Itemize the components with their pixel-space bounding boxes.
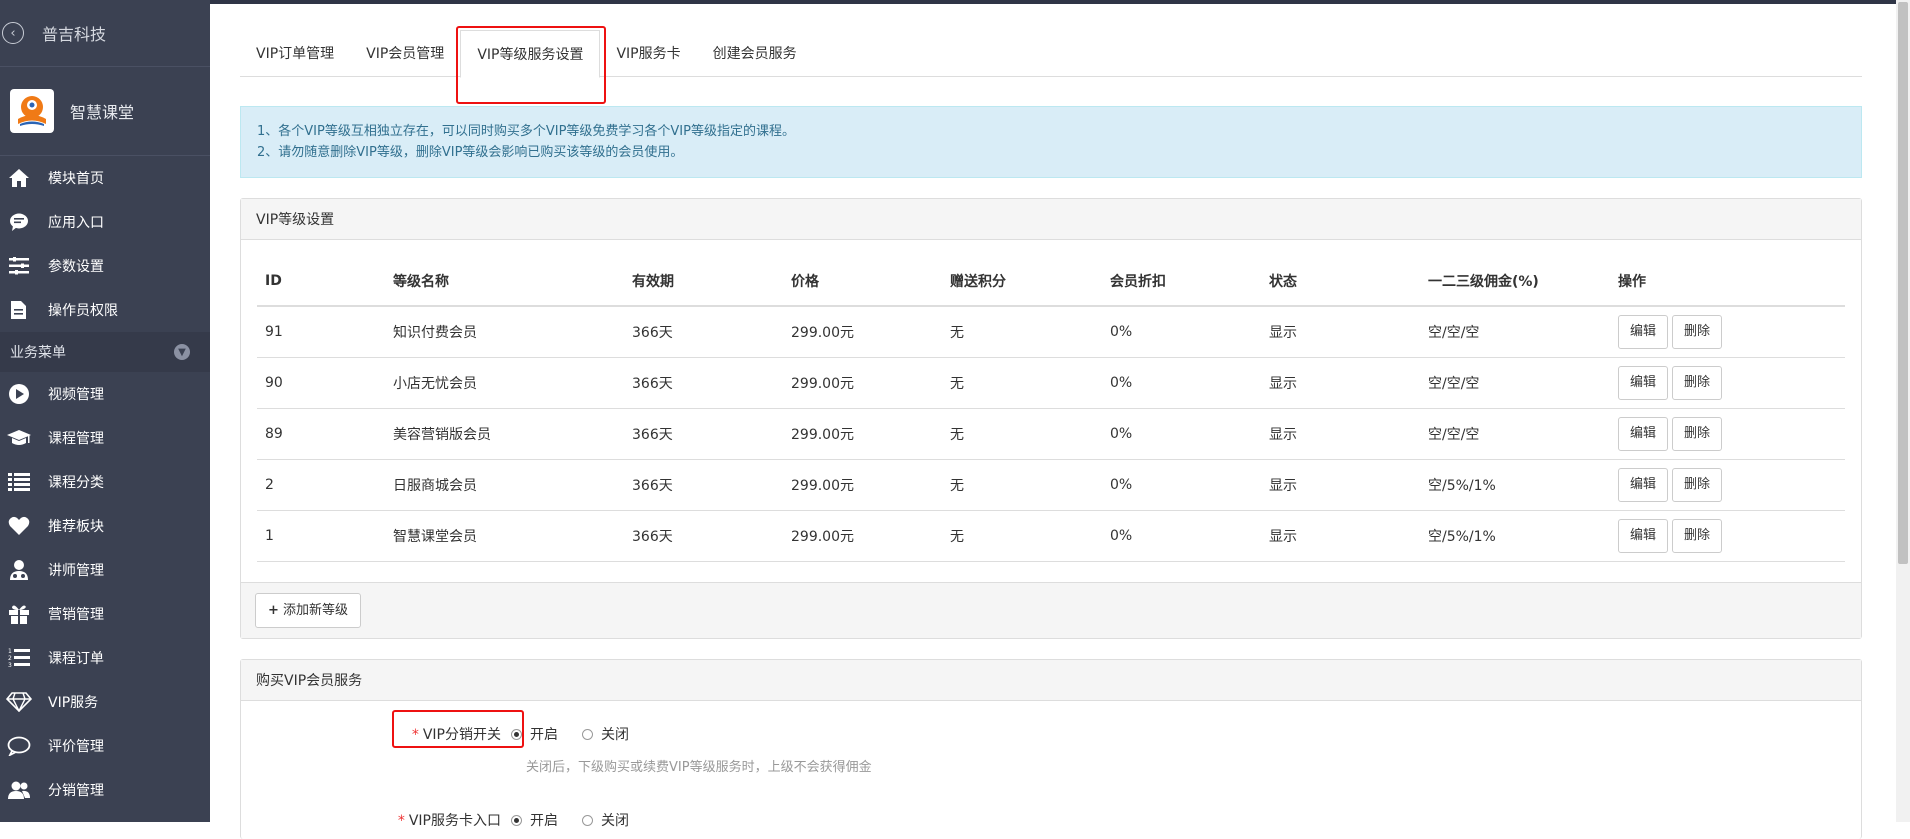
list-icon [6, 469, 32, 495]
col-header-price: 价格 [783, 257, 942, 307]
business-menu-group[interactable]: 业务菜单 ▼ [0, 332, 210, 372]
top-bar [210, 0, 1910, 4]
tab-vip-members[interactable]: VIP会员管理 [350, 30, 460, 76]
panel-title: 购买VIP会员服务 [241, 660, 1861, 701]
back-icon[interactable]: ‹ [2, 22, 24, 44]
service-card-on-radio[interactable]: 开启 [511, 810, 558, 830]
brand-block[interactable]: 智慧课堂 [0, 67, 210, 156]
table-row: 91 知识付费会员 366天 299.00元 无 0% 显示 空/空/空 编辑删… [257, 306, 1845, 358]
menu-item-marketing[interactable]: 营销管理 [0, 592, 210, 636]
service-card-off-radio[interactable]: 关闭 [582, 810, 629, 830]
chevron-down-icon: ▼ [174, 344, 190, 360]
form-row-service-card: * VIP服务卡入口 开启 关闭 [241, 810, 653, 830]
distribution-off-radio[interactable]: 关闭 [582, 724, 629, 744]
col-header-actions: 操作 [1610, 257, 1845, 307]
panel-footer: + 添加新等级 [241, 582, 1861, 638]
menu-item-home[interactable]: 模块首页 [0, 156, 210, 200]
svg-text:1: 1 [8, 648, 12, 655]
svg-text:3: 3 [8, 662, 12, 669]
table-row: 90 小店无忧会员 366天 299.00元 无 0% 显示 空/空/空 编辑删… [257, 357, 1845, 409]
menu-item-recommend[interactable]: 推荐板块 [0, 504, 210, 548]
company-name: 普吉科技 [42, 25, 107, 44]
highlight-box-tab [456, 26, 606, 104]
menu-business: 视频管理 课程管理 课程分类 推荐板块 讲师管理 营销管理 1 2 3 课程订单… [0, 372, 210, 812]
heart-icon [6, 513, 32, 539]
menu-item-operator-permissions[interactable]: 操作员权限 [0, 288, 210, 332]
menu-item-distribution[interactable]: 分销管理 [0, 768, 210, 812]
menu-top: 模块首页 应用入口 参数设置 操作员权限 [0, 156, 210, 332]
delete-button[interactable]: 删除 [1672, 519, 1723, 553]
sliders-icon [6, 253, 32, 279]
add-level-button[interactable]: + 添加新等级 [255, 593, 362, 628]
highlight-box-field [392, 710, 524, 748]
tab-create-member-service[interactable]: 创建会员服务 [697, 30, 813, 76]
scrollbar-thumb[interactable] [1898, 2, 1908, 564]
vip-levels-panel: VIP等级设置 ID 等级名称 有效期 价格 赠送积分 会员折扣 状态 一二三级… [240, 198, 1862, 639]
chat-icon [6, 209, 32, 235]
table-header-row: ID 等级名称 有效期 价格 赠送积分 会员折扣 状态 一二三级佣金(%) 操作 [257, 257, 1845, 307]
col-header-discount: 会员折扣 [1102, 257, 1261, 307]
edit-button[interactable]: 编辑 [1618, 417, 1669, 451]
menu-item-teacher[interactable]: 讲师管理 [0, 548, 210, 592]
col-header-validity: 有效期 [624, 257, 783, 307]
menu-item-app-entry[interactable]: 应用入口 [0, 200, 210, 244]
users-icon [6, 777, 32, 803]
col-header-commission: 一二三级佣金(%) [1420, 257, 1610, 307]
delete-button[interactable]: 删除 [1672, 417, 1723, 451]
panel-title: VIP等级设置 [241, 199, 1861, 240]
table-row: 1 智慧课堂会员 366天 299.00元 无 0% 显示 空/5%/1% 编辑… [257, 510, 1845, 562]
col-header-name: 等级名称 [385, 257, 624, 307]
delete-button[interactable]: 删除 [1672, 315, 1723, 349]
brand-logo [10, 89, 54, 133]
gift-icon [6, 601, 32, 627]
sidebar: ‹ 普吉科技 智慧课堂 模块首页 应用入口 参数设置 操作员权限 业务菜单 ▼ … [0, 0, 210, 822]
graduation-cap-icon [6, 425, 32, 451]
menu-item-course-category[interactable]: 课程分类 [0, 460, 210, 504]
menu-item-video[interactable]: 视频管理 [0, 372, 210, 416]
field-label: * VIP服务卡入口 [397, 813, 501, 829]
edit-button[interactable]: 编辑 [1618, 468, 1669, 502]
delete-button[interactable]: 删除 [1672, 366, 1723, 400]
col-header-status: 状态 [1261, 257, 1420, 307]
edit-button[interactable]: 编辑 [1618, 315, 1669, 349]
sidebar-header: ‹ 普吉科技 [0, 0, 210, 67]
home-icon [6, 165, 32, 191]
buy-vip-panel: 购买VIP会员服务 * VIP分销开关 开启 关闭 关闭后，下级购买或续费VIP等… [240, 659, 1862, 839]
brand-name: 智慧课堂 [70, 103, 135, 122]
document-icon [6, 297, 32, 323]
delete-button[interactable]: 删除 [1672, 468, 1723, 502]
table-row: 2 日服商城会员 366天 299.00元 无 0% 显示 空/5%/1% 编辑… [257, 459, 1845, 511]
tab-vip-service-card[interactable]: VIP服务卡 [600, 30, 696, 76]
menu-item-settings[interactable]: 参数设置 [0, 244, 210, 288]
vip-levels-table: ID 等级名称 有效期 价格 赠送积分 会员折扣 状态 一二三级佣金(%) 操作… [257, 257, 1845, 562]
tab-vip-orders[interactable]: VIP订单管理 [240, 30, 350, 76]
info-alert: 1、各个VIP等级互相独立存在，可以同时购买多个VIP等级免费学习各个VIP等级… [240, 106, 1862, 178]
plus-icon: + [268, 603, 279, 618]
menu-item-course-orders[interactable]: 123 课程订单 [0, 636, 210, 680]
scrollbar[interactable] [1896, 0, 1910, 822]
ordered-list-icon: 123 [6, 645, 32, 671]
menu-item-vip-service[interactable]: VIP服务 [0, 680, 210, 724]
alert-line-2: 2、请勿随意删除VIP等级，删除VIP等级会影响已购买该等级的会员使用。 [257, 145, 684, 160]
edit-button[interactable]: 编辑 [1618, 519, 1669, 553]
alert-line-1: 1、各个VIP等级互相独立存在，可以同时购买多个VIP等级免费学习各个VIP等级… [257, 124, 795, 139]
distribution-help-text: 关闭后，下级购买或续费VIP等级服务时，上级不会获得佣金 [526, 760, 872, 775]
comment-icon [6, 733, 32, 759]
col-header-id: ID [257, 257, 385, 307]
edit-button[interactable]: 编辑 [1618, 366, 1669, 400]
diamond-icon [6, 689, 32, 715]
play-icon [6, 381, 32, 407]
menu-item-reviews[interactable]: 评价管理 [0, 724, 210, 768]
svg-text:2: 2 [8, 655, 12, 662]
menu-item-course[interactable]: 课程管理 [0, 416, 210, 460]
table-row: 89 美容营销版会员 366天 299.00元 无 0% 显示 空/空/空 编辑… [257, 408, 1845, 460]
teacher-icon [6, 557, 32, 583]
col-header-points: 赠送积分 [942, 257, 1102, 307]
